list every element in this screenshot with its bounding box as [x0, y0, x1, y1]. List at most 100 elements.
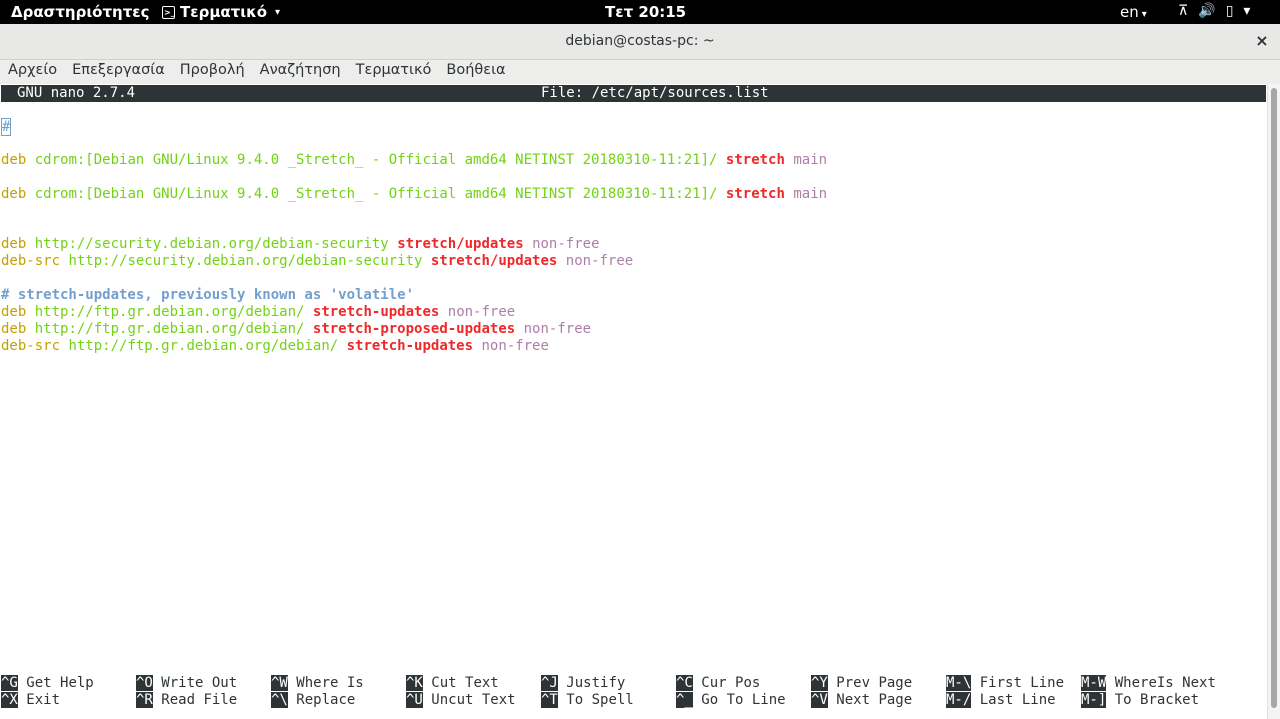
- shortcut-next-page[interactable]: ^V Next Page: [811, 692, 912, 709]
- shortcut-label: Where Is: [296, 675, 364, 691]
- system-tray[interactable]: ⊼ 🔊 ▯ ▾: [1178, 3, 1250, 19]
- app-menu[interactable]: >_ Τερματικό ▾: [162, 3, 280, 21]
- line-component: non-free: [532, 236, 600, 252]
- shortcut-label: Next Page: [836, 692, 913, 708]
- shortcut-label: WhereIs Next: [1114, 675, 1216, 691]
- scrollbar-thumb[interactable]: [1271, 88, 1277, 708]
- shortcut-label: To Spell: [566, 692, 634, 708]
- shortcut-label: Cut Text: [431, 675, 499, 691]
- line-uri: http://ftp.gr.debian.org/debian/: [34, 321, 305, 337]
- line-component: non-free: [481, 338, 549, 354]
- source-line: #: [1, 118, 12, 136]
- shortcut-uncut-text[interactable]: ^U Uncut Text: [406, 692, 516, 709]
- shortcut-justify[interactable]: ^J Justify: [541, 675, 625, 692]
- terminal-scrollbar[interactable]: [1267, 84, 1280, 719]
- shortcut-label: Cur Pos: [701, 675, 761, 691]
- menu-view[interactable]: Προβολή: [180, 60, 245, 84]
- clock[interactable]: Τετ 20:15: [605, 3, 686, 21]
- menu-search[interactable]: Αναζήτηση: [260, 60, 341, 84]
- terminal-icon: >_: [162, 5, 175, 19]
- nano-title-bar: GNU nano 2.7.4 File: /etc/apt/sources.li…: [1, 85, 1266, 102]
- menu-edit[interactable]: Επεξεργασία: [72, 60, 165, 84]
- gnome-top-bar: Δραστηριότητες >_ Τερματικό ▾ Τετ 20:15 …: [0, 0, 1280, 24]
- line-suite: stretch-updates: [312, 304, 440, 320]
- menu-bar: Αρχείο Επεξεργασία Προβολή Αναζήτηση Τερ…: [0, 60, 1280, 84]
- shortcut-label: Uncut Text: [431, 692, 516, 708]
- network-icon: ⊼: [1178, 3, 1189, 19]
- shortcut-get-help[interactable]: ^G Get Help: [1, 675, 94, 692]
- shortcut-label: Write Out: [161, 675, 238, 691]
- menu-file[interactable]: Αρχείο: [8, 60, 57, 84]
- activities-button[interactable]: Δραστηριότητες: [11, 3, 150, 21]
- shortcut-label: Last Line: [979, 692, 1056, 708]
- shortcut-read-file[interactable]: ^R Read File: [136, 692, 237, 709]
- shortcut-last-line[interactable]: M-/ Last Line: [946, 692, 1056, 709]
- nano-file-name: File: /etc/apt/sources.list: [541, 85, 769, 101]
- shortcut-key: ^T: [541, 692, 558, 708]
- line-type: deb-src: [1, 253, 61, 269]
- volume-icon: 🔊: [1198, 3, 1216, 19]
- shortcut-prev-page[interactable]: ^Y Prev Page: [811, 675, 912, 692]
- close-button[interactable]: ×: [1252, 31, 1272, 51]
- shortcut-key: ^\: [271, 692, 288, 708]
- line-component: non-free: [523, 321, 592, 337]
- shortcut-cur-pos[interactable]: ^C Cur Pos: [676, 675, 760, 692]
- window-title: debian@costas-pc: ~: [565, 33, 715, 49]
- line-type: deb: [1, 236, 27, 252]
- battery-icon: ▯: [1225, 3, 1234, 19]
- shortcut-key: ^R: [136, 692, 153, 708]
- source-line: deb http://ftp.gr.debian.org/debian/ str…: [1, 321, 591, 338]
- shortcut-key: M-\: [946, 675, 972, 691]
- line-component: non-free: [447, 304, 516, 320]
- shortcut-label: To Bracket: [1114, 692, 1200, 708]
- source-line: deb cdrom:[Debian GNU/Linux 9.4.0 _Stret…: [1, 152, 827, 169]
- shortcut-key: ^O: [136, 675, 153, 691]
- shortcut-key: ^J: [541, 675, 558, 691]
- source-line: # stretch-updates, previously known as '…: [1, 287, 414, 304]
- menu-help[interactable]: Βοήθεια: [446, 60, 505, 84]
- menu-terminal[interactable]: Τερματικό: [356, 60, 432, 84]
- line-type: deb: [1, 304, 27, 320]
- shortcut-key: ^Y: [811, 675, 828, 691]
- chevron-down-icon: ▾: [275, 6, 281, 18]
- shortcut-first-line[interactable]: M-\ First Line: [946, 675, 1064, 692]
- source-line: deb http://ftp.gr.debian.org/debian/ str…: [1, 304, 515, 321]
- line-suite: stretch: [725, 186, 785, 202]
- shortcut-replace[interactable]: ^\ Replace: [271, 692, 355, 709]
- shortcut-key: ^_: [676, 692, 693, 708]
- shortcut-label: Get Help: [26, 675, 94, 691]
- shortcut-write-out[interactable]: ^O Write Out: [136, 675, 237, 692]
- source-line: deb cdrom:[Debian GNU/Linux 9.4.0 _Stret…: [1, 186, 827, 203]
- shortcut-label: Replace: [296, 692, 356, 708]
- line-type: deb-src: [1, 338, 61, 354]
- window-header-bar: debian@costas-pc: ~ ×: [0, 24, 1280, 60]
- line-comment: # stretch-updates, previously known as '…: [1, 287, 415, 303]
- source-line: deb-src http://security.debian.org/debia…: [1, 253, 633, 270]
- line-component: main: [793, 186, 828, 202]
- line-component: non-free: [565, 253, 634, 269]
- line-uri: cdrom:[Debian GNU/Linux 9.4.0 _Stretch_ …: [34, 186, 718, 202]
- source-line: deb http://security.debian.org/debian-se…: [1, 236, 600, 253]
- line-suite: stretch-updates: [346, 338, 474, 354]
- chevron-down-icon: ▾: [1141, 9, 1147, 20]
- chevron-down-icon: ▾: [1243, 3, 1251, 19]
- shortcut-key: M-W: [1081, 675, 1107, 691]
- line-uri: http://ftp.gr.debian.org/debian/: [34, 304, 305, 320]
- keyboard-layout-indicator[interactable]: en ▾: [1120, 3, 1147, 21]
- shortcut-to-spell[interactable]: ^T To Spell: [541, 692, 634, 709]
- shortcut-key: M-/: [946, 692, 972, 708]
- shortcut-go-to-line[interactable]: ^_ Go To Line: [676, 692, 786, 709]
- line-uri: http://security.debian.org/debian-securi…: [68, 253, 423, 269]
- shortcut-cut-text[interactable]: ^K Cut Text: [406, 675, 499, 692]
- line-uri: http://ftp.gr.debian.org/debian/: [68, 338, 339, 354]
- shortcut-whereis-next[interactable]: M-W WhereIs Next: [1081, 675, 1216, 692]
- app-menu-label: Τερματικό: [180, 3, 268, 21]
- line-uri: http://security.debian.org/debian-securi…: [34, 236, 389, 252]
- terminal-area[interactable]: GNU nano 2.7.4 File: /etc/apt/sources.li…: [0, 84, 1267, 719]
- shortcut-key: ^C: [676, 675, 693, 691]
- line-suite: stretch: [725, 152, 785, 168]
- shortcut-exit[interactable]: ^X Exit: [1, 692, 60, 709]
- shortcut-where-is[interactable]: ^W Where Is: [271, 675, 364, 692]
- keyboard-layout-label: en: [1120, 3, 1139, 21]
- shortcut-to-bracket[interactable]: M-] To Bracket: [1081, 692, 1199, 709]
